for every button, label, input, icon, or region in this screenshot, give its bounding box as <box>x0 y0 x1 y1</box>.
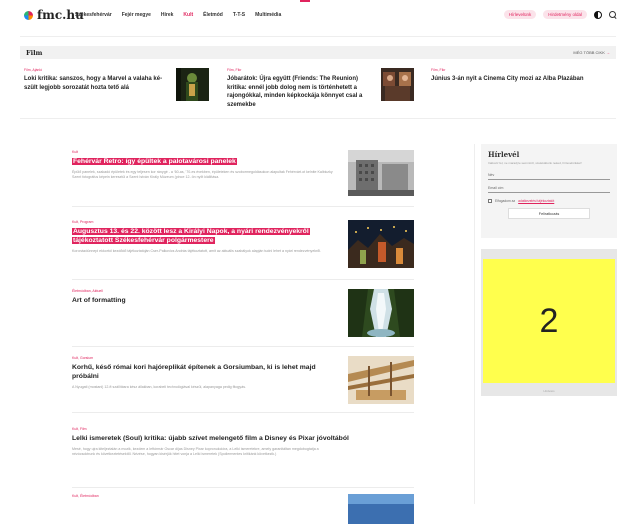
article-image[interactable] <box>348 494 414 524</box>
newsletter-pill-button[interactable]: Hírlevelünk <box>503 10 537 19</box>
film-card[interactable]: Film, Fikr Június 3-án nyit a Cinema Cit… <box>431 68 621 84</box>
newsletter-title: Hírlevél <box>488 150 520 159</box>
article-description: A Nyugati (mostani) 12-ft szállításra ké… <box>72 385 246 389</box>
film-card-title[interactable]: Jóbarátok: Újra együtt (Friends: The Reu… <box>227 75 375 109</box>
film-card-title[interactable]: Június 3-án nyit a Cinema City mozi az A… <box>431 75 617 84</box>
ad-label: Hirdetés <box>543 389 555 393</box>
ad-number: 2 <box>539 301 559 340</box>
subscribe-button[interactable]: Feliratkozás <box>508 208 590 219</box>
nav-item-hirek[interactable]: Hírek <box>161 12 174 18</box>
newsletter-subtitle: Iratkozz fel, ne maradj le semmiről, sze… <box>488 161 582 165</box>
film-card-image[interactable] <box>381 68 414 101</box>
article-divider <box>72 412 414 413</box>
sidebar-divider <box>474 144 475 504</box>
announcement-pill-button[interactable]: Hirdetmény oldal <box>543 10 587 19</box>
newsletter-email-input[interactable]: Email cím <box>488 184 610 193</box>
consent-checkbox[interactable] <box>488 199 492 203</box>
main-nav: Székesfehérvár Fejér megye Hírek Kult Él… <box>75 12 281 18</box>
article-divider <box>72 346 414 347</box>
consent-prefix: Elfogadom az <box>495 199 516 203</box>
article-title-text: Fehérvár Retro: így épültek a palotaváro… <box>72 158 237 165</box>
film-section-title: Film <box>26 48 43 57</box>
article-item[interactable]: Kult, Film Lelki ismeretek (Soul) kritik… <box>72 427 414 458</box>
article-description: Épülő panelek, szakadó épületek és egy t… <box>72 170 333 180</box>
dark-mode-toggle-icon[interactable] <box>594 10 602 19</box>
article-image[interactable] <box>348 220 414 268</box>
site-header: fmc.hu Székesfehérvár Fejér megye Hírek … <box>0 6 632 28</box>
film-more-link[interactable]: MÉG TÖBB CIKK → <box>573 50 610 55</box>
article-item[interactable]: Kult, Életmódban <box>72 494 414 524</box>
article-divider <box>72 487 414 488</box>
article-description: Koronázóünnepi ekkortól kezdődő tájékozt… <box>72 249 322 253</box>
article-description: Mesé, hogy ujra kiteljeztalán a mozik, k… <box>72 447 319 457</box>
article-item[interactable]: Életmódban, Aktuell Art of formatting <box>72 289 414 337</box>
film-section-header: Film MÉG TÖBB CIKK → <box>20 46 616 59</box>
film-card[interactable]: Film, Ajánló Loki kritika: sanszos, hogy… <box>24 68 214 101</box>
nav-item-kult[interactable]: Kult <box>183 12 193 18</box>
article-image[interactable] <box>348 289 414 337</box>
header-actions: Hírlevelünk Hirdetmény oldal <box>503 10 616 19</box>
article-item[interactable]: Kult, Program Augusztus 13. és 22. közöt… <box>72 220 414 268</box>
article-title[interactable]: Augusztus 13. és 22. között lesz a Királ… <box>72 227 340 245</box>
film-card-image[interactable] <box>176 68 209 101</box>
privacy-policy-link[interactable]: adatkezelési tájékoztatót <box>518 199 554 203</box>
film-more-label: MÉG TÖBB CIKK <box>573 50 605 55</box>
newsletter-consent: Elfogadom az adatkezelési tájékoztatót <box>488 199 610 203</box>
article-divider <box>72 206 414 207</box>
film-section-divider <box>20 118 616 119</box>
article-title-text: Augusztus 13. és 22. között lesz a Királ… <box>72 228 310 244</box>
article-category: Kult, Film <box>72 427 87 431</box>
nav-item-fejer-megye[interactable]: Fejér megye <box>122 12 151 18</box>
nav-item-tts[interactable]: T-T-S <box>233 12 245 18</box>
header-divider <box>20 36 616 37</box>
article-item[interactable]: Kult Fehérvár Retro: így épültek a palot… <box>72 150 414 196</box>
article-title[interactable]: Korhű, késő római kori hajóreplikát épít… <box>72 363 340 381</box>
arrow-right-icon: → <box>606 50 610 55</box>
advertisement-box[interactable]: 2 Hirdetés <box>481 249 617 396</box>
film-card-category: Film, Fikr <box>431 68 446 72</box>
newsletter-name-input[interactable]: Név <box>488 171 610 180</box>
article-title[interactable]: Fehérvár Retro: így épültek a palotaváro… <box>72 157 332 166</box>
ad-banner[interactable]: 2 <box>483 259 615 383</box>
film-card-title[interactable]: Loki kritika: sanszos, hogy a Marvel a v… <box>24 75 164 92</box>
film-card[interactable]: Film, Fikr Jóbarátok: Újra együtt (Frien… <box>227 68 415 109</box>
article-divider <box>72 279 414 280</box>
nav-item-szekesfehervar[interactable]: Székesfehérvár <box>75 12 112 18</box>
newsletter-widget: Hírlevél Iratkozz fel, ne maradj le semm… <box>481 144 617 238</box>
top-accent-line <box>300 0 310 2</box>
article-title[interactable]: Lelki ismeretek (Soul) kritika: újabb sz… <box>72 434 372 443</box>
nav-item-eletmod[interactable]: Életmód <box>203 12 223 18</box>
article-image[interactable] <box>348 150 414 196</box>
article-item[interactable]: Kult, Gorsium Korhű, késő római kori haj… <box>72 356 414 404</box>
nav-item-multimedia[interactable]: Multimédia <box>255 12 281 18</box>
article-image[interactable] <box>348 356 414 404</box>
logo-icon <box>24 10 33 20</box>
search-icon[interactable] <box>609 11 616 18</box>
